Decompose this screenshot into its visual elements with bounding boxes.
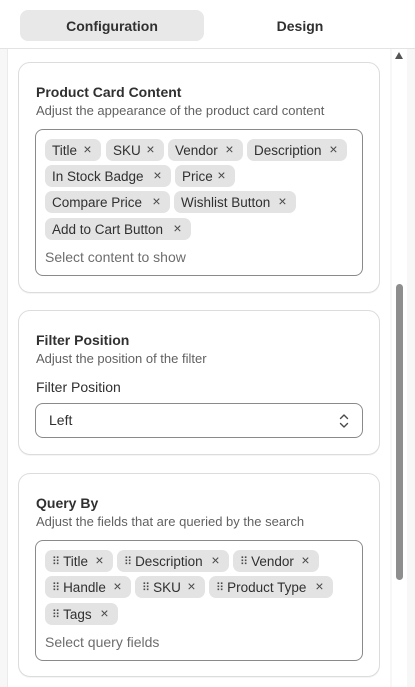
close-icon[interactable]: × <box>98 606 111 620</box>
close-icon[interactable]: × <box>150 194 163 208</box>
close-icon[interactable]: × <box>299 553 312 567</box>
content-placeholder[interactable]: Select content to show <box>45 249 186 265</box>
card-title: Product Card Content <box>36 84 182 100</box>
drag-handle-icon[interactable]: ⠿ <box>240 555 248 568</box>
tag-sku[interactable]: ⠿ SKU × <box>135 576 205 598</box>
card-subtitle: Adjust the appearance of the product car… <box>36 103 325 118</box>
close-icon[interactable]: × <box>93 553 106 567</box>
scrollbar-thumb[interactable] <box>396 284 403 580</box>
close-icon[interactable]: × <box>209 553 222 567</box>
drag-handle-icon[interactable]: ⠿ <box>52 555 60 568</box>
drag-handle-icon[interactable]: ⠿ <box>142 581 150 594</box>
drag-handle-icon[interactable]: ⠿ <box>52 581 60 594</box>
tag-compare-price: Compare Price × <box>45 191 170 213</box>
card-title: Filter Position <box>36 332 130 348</box>
filter-position-select[interactable]: Left <box>35 403 363 438</box>
close-icon[interactable]: × <box>151 168 164 182</box>
tab-configuration[interactable]: Configuration <box>20 10 204 41</box>
tag-vendor: Vendor × <box>168 139 243 161</box>
card-title: Query By <box>36 495 99 511</box>
settings-panel: Configuration Design Product Card Conten… <box>0 0 415 687</box>
query-fields-multiselect[interactable]: ⠿ Title × ⠿ Description × ⠿ Vendor × ⠿ Handle × … <box>35 540 363 661</box>
select-value: Left <box>49 412 73 428</box>
drag-handle-icon[interactable]: ⠿ <box>216 581 224 594</box>
drag-handle-icon[interactable]: ⠿ <box>124 555 132 568</box>
card-subtitle: Adjust the fields that are queried by th… <box>36 514 305 529</box>
chevron-up-down-icon <box>339 414 349 428</box>
tag-handle[interactable]: ⠿ Handle × <box>45 576 131 598</box>
close-icon[interactable]: × <box>111 579 124 593</box>
close-icon[interactable]: × <box>327 142 340 156</box>
product-card-content-multiselect[interactable]: Title × SKU × Vendor × Description × In Stoc… <box>35 129 363 276</box>
tab-design[interactable]: Design <box>204 10 396 41</box>
scroll-up-arrow-icon[interactable] <box>395 52 403 59</box>
close-icon[interactable]: × <box>144 142 157 156</box>
product-card-content-card: Product Card Content Adjust the appearan… <box>18 62 380 293</box>
close-icon[interactable]: × <box>171 221 184 235</box>
close-icon[interactable]: × <box>223 142 236 156</box>
drag-handle-icon[interactable]: ⠿ <box>52 608 60 621</box>
tag-sku: SKU × <box>106 139 164 161</box>
tag-vendor[interactable]: ⠿ Vendor × <box>233 550 319 572</box>
close-icon[interactable]: × <box>276 194 289 208</box>
close-icon[interactable]: × <box>185 579 198 593</box>
query-placeholder[interactable]: Select query fields <box>45 634 159 650</box>
close-icon[interactable]: × <box>215 168 228 182</box>
filter-position-card: Filter Position Adjust the position of t… <box>18 310 380 455</box>
close-icon[interactable]: × <box>81 142 94 156</box>
tag-description: Description × <box>247 139 347 161</box>
tab-bar: Configuration Design <box>0 0 415 49</box>
tag-wishlist-button: Wishlist Button × <box>174 191 296 213</box>
tag-title: Title × <box>45 139 101 161</box>
tag-in-stock-badge: In Stock Badge × <box>45 165 171 187</box>
tag-title[interactable]: ⠿ Title × <box>45 550 113 572</box>
tag-price: Price × <box>175 165 235 187</box>
tag-add-to-cart-button: Add to Cart Button × <box>45 218 191 240</box>
query-by-card: Query By Adjust the fields that are quer… <box>18 473 380 677</box>
tag-description[interactable]: ⠿ Description × <box>117 550 229 572</box>
close-icon[interactable]: × <box>313 579 326 593</box>
filter-position-label: Filter Position <box>36 379 121 395</box>
tag-tags[interactable]: ⠿ Tags × <box>45 603 118 625</box>
card-subtitle: Adjust the position of the filter <box>36 351 207 366</box>
tag-product-type[interactable]: ⠿ Product Type × <box>209 576 333 598</box>
